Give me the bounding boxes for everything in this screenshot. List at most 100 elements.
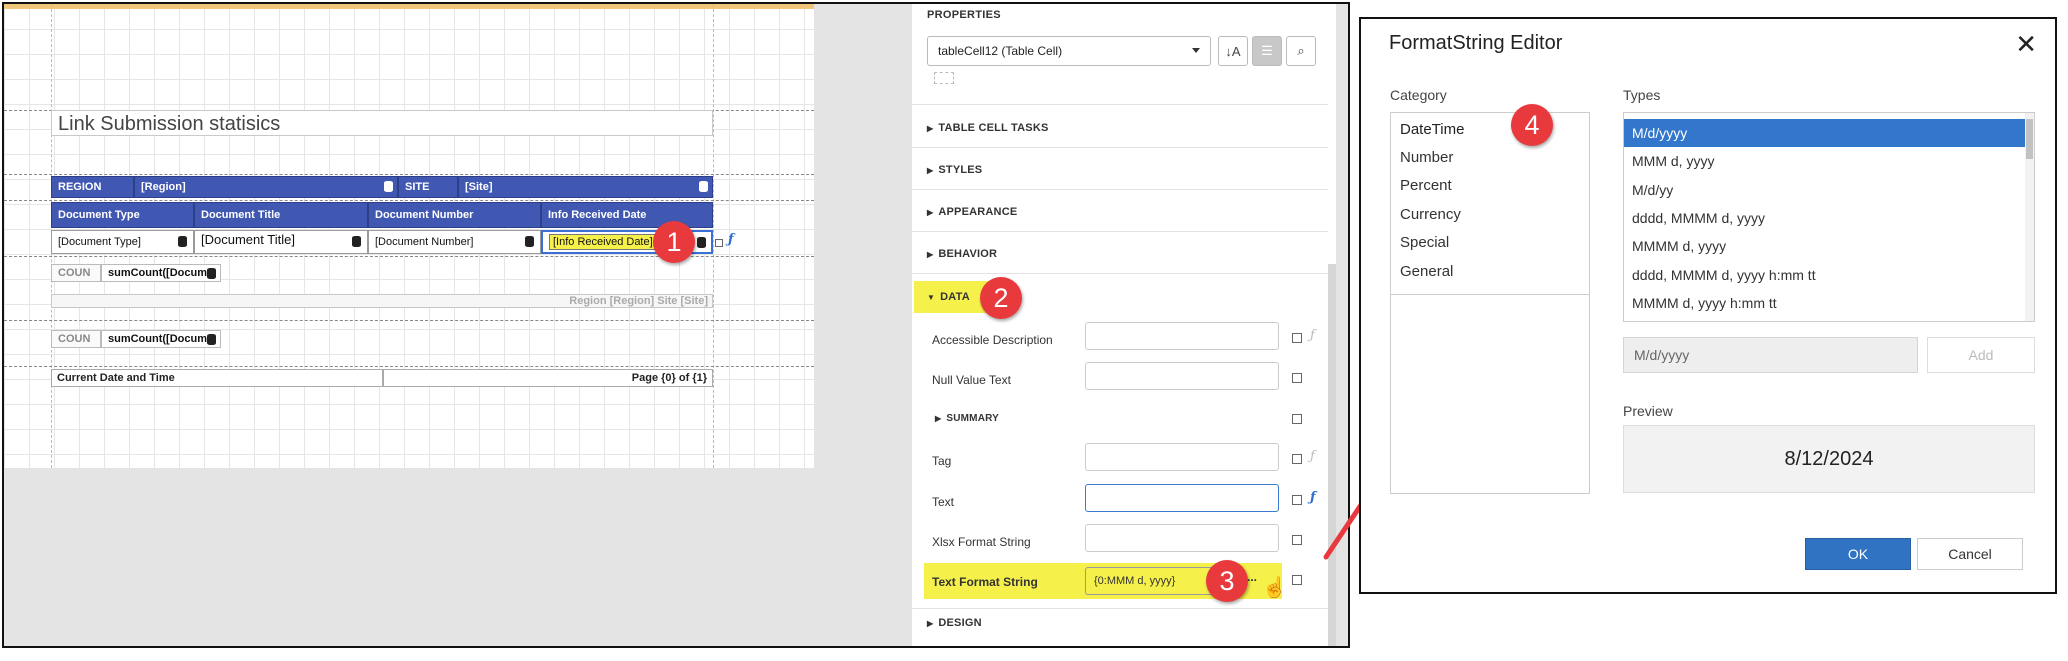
type-item[interactable]: MMMM d, yyyy: [1624, 232, 2026, 260]
properties-panel: PROPERTIES tableCell12 (Table Cell) ↓A ☰…: [912, 4, 1336, 646]
category-item-special[interactable]: Special: [1400, 234, 1449, 251]
category-item-number[interactable]: Number: [1400, 149, 1453, 166]
header-cell-document-number[interactable]: Document Number: [368, 202, 541, 228]
type-item[interactable]: dddd, MMMM d, yyyy h:mm tt: [1624, 261, 2026, 289]
triangle-right-icon: ▶: [935, 414, 942, 423]
database-icon: [178, 236, 187, 247]
region-label-cell[interactable]: REGION: [51, 176, 134, 198]
detail-cell-document-type[interactable]: [Document Type]: [51, 230, 194, 254]
page-footer-page-number-cell[interactable]: Page {0} of {1}: [383, 369, 713, 387]
database-icon: [384, 181, 393, 192]
detail-cell-document-title[interactable]: [Document Title]: [194, 230, 368, 254]
triangle-right-icon: ▶: [927, 619, 934, 628]
accessible-description-input[interactable]: [1085, 322, 1279, 350]
property-marker-box[interactable]: [1292, 535, 1302, 545]
add-button[interactable]: Add: [1927, 337, 2035, 373]
property-marker-box[interactable]: [1292, 454, 1302, 464]
expression-fx-icon[interactable]: ƒ: [728, 232, 734, 247]
preview-value: 8/12/2024: [1623, 425, 2035, 493]
section-label: DESIGN: [938, 617, 982, 629]
format-string-input[interactable]: M/d/yyyy: [1623, 337, 1918, 373]
cancel-button[interactable]: Cancel: [1917, 538, 2023, 570]
site-label-cell[interactable]: SITE: [398, 176, 458, 198]
divider: [912, 104, 1328, 105]
types-list: M/d/yyyy MMM d, yyyy M/d/yy dddd, MMMM d…: [1623, 112, 2035, 322]
xlsx-format-string-input[interactable]: [1085, 524, 1279, 552]
detail-cell-text-highlighted: [Info Received Date]: [549, 234, 657, 250]
top-margin-strip: [4, 4, 814, 9]
section-label: SUMMARY: [946, 413, 1000, 424]
detail-cell-text: [Document Type]: [58, 236, 141, 248]
triangle-right-icon: ▶: [927, 124, 934, 133]
region-value-cell[interactable]: [Region]: [134, 176, 398, 198]
count-label-cell[interactable]: COUN: [51, 264, 101, 282]
report-designer-window: Link Submission statisics REGION [Region…: [2, 2, 1350, 648]
category-item-percent[interactable]: Percent: [1400, 177, 1452, 194]
database-icon: [207, 334, 216, 345]
header-cell-info-received-date[interactable]: Info Received Date: [541, 202, 713, 228]
count-value-cell[interactable]: sumCount([Docum: [101, 264, 221, 282]
header-cell-document-type[interactable]: Document Type: [51, 202, 194, 228]
category-item-general[interactable]: General: [1400, 263, 1453, 280]
type-item[interactable]: dddd, MMMM d, yyyy: [1624, 204, 2026, 232]
type-item[interactable]: MMMM d, yyyy h:mm tt: [1624, 289, 2026, 317]
report-title-label[interactable]: Link Submission statisics: [51, 110, 713, 136]
ok-button[interactable]: OK: [1805, 538, 1911, 570]
text-input[interactable]: [1085, 484, 1279, 512]
category-item-datetime[interactable]: DateTime: [1400, 121, 1464, 138]
property-marker-box[interactable]: [1292, 414, 1302, 424]
expression-fx-icon[interactable]: ƒ: [1310, 490, 1316, 505]
divider: [912, 608, 1328, 609]
component-selector-dropdown[interactable]: tableCell12 (Table Cell): [927, 36, 1211, 66]
band-separator: [4, 320, 814, 321]
triangle-down-icon: ▼: [927, 293, 936, 302]
sort-alphabetical-button[interactable]: ↓A: [1218, 36, 1248, 66]
type-item[interactable]: M/d/yy: [1624, 176, 2026, 204]
detail-cell-document-number[interactable]: [Document Number]: [368, 230, 541, 254]
section-design[interactable]: ▶ DESIGN: [927, 617, 982, 629]
property-marker-box[interactable]: [1292, 575, 1302, 585]
ellipsis-editor-button[interactable]: ...: [1247, 570, 1257, 584]
splitter-handle[interactable]: [1348, 164, 1350, 180]
section-data-expanded[interactable]: ▼ DATA: [927, 291, 970, 303]
section-styles[interactable]: ▶ STYLES: [927, 164, 982, 176]
tag-input[interactable]: [1085, 443, 1279, 471]
tag-label: Tag: [932, 454, 952, 468]
property-marker-box[interactable]: [1292, 495, 1302, 505]
cell-smart-tag-box[interactable]: [715, 239, 723, 247]
section-label: APPEARANCE: [938, 206, 1018, 218]
expression-fx-icon[interactable]: ƒ: [1310, 328, 1315, 343]
page-footer-date-cell[interactable]: Current Date and Time: [51, 369, 383, 387]
count-value-cell[interactable]: sumCount([Docum: [101, 330, 221, 348]
count-label-cell[interactable]: COUN: [51, 330, 101, 348]
search-icon: ⌕: [1297, 43, 1305, 58]
site-value-text: [Site]: [465, 181, 493, 193]
close-icon[interactable]: ✕: [2015, 29, 2037, 60]
null-value-text-input[interactable]: [1085, 362, 1279, 390]
section-summary[interactable]: ▶ SUMMARY: [935, 413, 999, 424]
section-behavior[interactable]: ▶ BEHAVIOR: [927, 248, 997, 260]
property-marker-box[interactable]: [1292, 373, 1302, 383]
sort-az-icon: ↓A: [1225, 43, 1241, 59]
section-appearance[interactable]: ▶ APPEARANCE: [927, 206, 1017, 218]
search-properties-button[interactable]: ⌕: [1286, 36, 1316, 66]
site-value-cell[interactable]: [Site]: [458, 176, 713, 198]
section-table-cell-tasks[interactable]: ▶ TABLE CELL TASKS: [927, 122, 1049, 134]
group-footer-label[interactable]: Region [Region] Site [Site]: [51, 294, 713, 308]
preview-label: Preview: [1623, 403, 1673, 419]
types-scrollbar[interactable]: [2025, 113, 2034, 321]
formatstring-editor-dialog: FormatString Editor ✕ Category DateTime …: [1359, 17, 2057, 594]
header-cell-document-title[interactable]: Document Title: [194, 202, 368, 228]
properties-scrollbar[interactable]: [1328, 264, 1336, 646]
categorized-view-button[interactable]: ☰: [1252, 36, 1282, 66]
section-label: DATA: [940, 291, 970, 303]
triangle-right-icon: ▶: [927, 208, 934, 217]
property-marker-box[interactable]: [1292, 333, 1302, 343]
triangle-right-icon: ▶: [927, 166, 934, 175]
expression-fx-icon[interactable]: ƒ: [1310, 449, 1315, 464]
section-label: BEHAVIOR: [938, 248, 998, 260]
category-item-currency[interactable]: Currency: [1400, 206, 1461, 223]
type-item[interactable]: MMM d, yyyy: [1624, 147, 2026, 175]
scrollbar-thumb[interactable]: [2026, 119, 2033, 159]
type-item-selected[interactable]: M/d/yyyy: [1624, 119, 2026, 147]
